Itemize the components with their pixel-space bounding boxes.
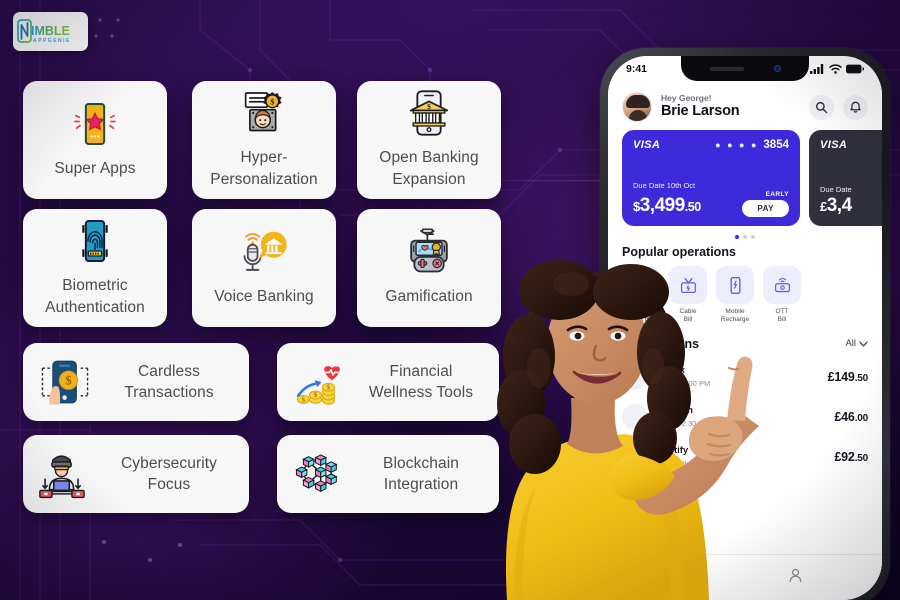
bank-card-secondary[interactable]: VISA Due Date £3,4 bbox=[809, 130, 882, 226]
cardless-transactions-icon: $ bbox=[37, 356, 93, 408]
front-camera-icon bbox=[773, 65, 781, 72]
status-time: 9:41 bbox=[626, 63, 648, 75]
transaction-cents: .00 bbox=[854, 412, 869, 424]
feature-card-label: Super Apps bbox=[54, 159, 136, 177]
svg-text:$: $ bbox=[314, 392, 318, 399]
open-banking-icon: $ bbox=[404, 88, 454, 138]
phone-notch bbox=[681, 56, 809, 81]
svg-text:$: $ bbox=[302, 397, 306, 404]
svg-text:IMBLE: IMBLE bbox=[31, 24, 70, 38]
hyper-personalization-icon: $ bbox=[239, 88, 289, 138]
feature-card-label: Biometric Authentication bbox=[45, 277, 145, 316]
svg-text:$: $ bbox=[270, 98, 274, 107]
card-brand: VISA bbox=[633, 139, 661, 151]
user-name: Brie Larson bbox=[661, 103, 740, 120]
filter-label: All bbox=[845, 338, 856, 350]
financial-wellness-icon: $ $ $ bbox=[291, 356, 347, 408]
battery-icon bbox=[846, 64, 864, 74]
transactions-filter[interactable]: All bbox=[845, 338, 868, 349]
feature-card-open-banking-expansion[interactable]: $ Open Banking Expansion bbox=[357, 81, 501, 199]
voice-banking-icon bbox=[238, 227, 290, 277]
carousel-indicator[interactable] bbox=[608, 226, 882, 245]
card-cents: .50 bbox=[684, 200, 701, 214]
transaction-cents: .50 bbox=[854, 452, 869, 464]
carousel-dot[interactable] bbox=[751, 235, 755, 239]
card-due-date: Due Date bbox=[820, 185, 852, 194]
cellular-signal-icon bbox=[810, 64, 824, 74]
user-avatar[interactable] bbox=[622, 92, 652, 122]
smiling-woman-pointing-photo bbox=[497, 260, 759, 600]
feature-card-label: Hyper- Personalization bbox=[210, 149, 318, 188]
cards-carousel[interactable]: VISA ● ● ● ● 3854 Due Date 10th Oct $3,4… bbox=[608, 130, 882, 226]
card-masked-digits: ● ● ● ● bbox=[715, 140, 759, 150]
feature-card-biometric-authentication[interactable]: Biometric Authentication bbox=[23, 209, 167, 327]
search-icon bbox=[815, 101, 828, 113]
biometric-fingerprint-icon bbox=[70, 216, 120, 266]
nimble-appgenie-logo-icon: IMBLE APPGENIE bbox=[16, 18, 71, 44]
blockchain-icon bbox=[291, 448, 347, 500]
bank-card-primary[interactable]: VISA ● ● ● ● 3854 Due Date 10th Oct $3,4… bbox=[622, 130, 800, 226]
transaction-amount: £149 bbox=[827, 369, 855, 384]
carousel-dot[interactable] bbox=[735, 235, 739, 239]
wifi-icon bbox=[829, 64, 842, 74]
feature-card-hyper-personalization[interactable]: $ Hyper- Personalization bbox=[192, 81, 336, 199]
brand-logo[interactable]: IMBLE APPGENIE NIMBLE APPGENIE bbox=[13, 12, 88, 51]
greeting-text: Hey George! bbox=[661, 92, 712, 103]
card-currency: £ bbox=[820, 199, 827, 214]
notifications-button[interactable] bbox=[843, 94, 868, 120]
earpiece-speaker bbox=[709, 66, 744, 71]
search-button[interactable] bbox=[809, 94, 834, 120]
card-early-badge: EARLY bbox=[765, 191, 789, 198]
card-amount: 3,499 bbox=[639, 195, 686, 216]
svg-text:APPGENIE: APPGENIE bbox=[33, 38, 71, 44]
feature-card-voice-banking[interactable]: Voice Banking bbox=[192, 209, 336, 327]
greeting-block: Hey George! Brie Larson bbox=[661, 92, 800, 120]
feature-card-label: Voice Banking bbox=[214, 287, 314, 305]
cybersecurity-icon bbox=[37, 448, 93, 500]
card-amount: 3,4 bbox=[826, 195, 852, 216]
carousel-dot[interactable] bbox=[743, 235, 747, 239]
feature-card-super-apps[interactable]: Super Apps bbox=[23, 81, 167, 199]
svg-text:$: $ bbox=[65, 373, 72, 388]
gamification-icon bbox=[403, 227, 455, 277]
card-due-date: Due Date 10th Oct bbox=[633, 181, 696, 190]
card-brand: VISA bbox=[820, 139, 848, 151]
bell-icon bbox=[850, 101, 861, 113]
app-header: Hey George! Brie Larson bbox=[608, 82, 882, 130]
feature-card-label: Cardless Transactions bbox=[124, 362, 214, 401]
transaction-amount: £92 bbox=[834, 449, 855, 464]
card-last4: 3854 bbox=[763, 139, 789, 151]
super-apps-icon bbox=[70, 99, 120, 149]
card-currency: $ bbox=[633, 199, 640, 214]
svg-text:$: $ bbox=[427, 102, 431, 111]
feature-card-label: Open Banking Expansion bbox=[379, 149, 479, 188]
feature-card-cardless-transactions[interactable]: $ Cardless Transactions bbox=[23, 343, 249, 421]
transaction-cents: .50 bbox=[854, 372, 869, 384]
pay-button[interactable]: PAY bbox=[742, 200, 789, 217]
chevron-down-icon bbox=[859, 341, 868, 347]
transaction-amount: £46 bbox=[834, 409, 855, 424]
svg-text:$: $ bbox=[327, 384, 331, 391]
feature-card-cybersecurity-focus[interactable]: Cybersecurity Focus bbox=[23, 435, 249, 513]
feature-card-label: Cybersecurity Focus bbox=[120, 454, 218, 493]
